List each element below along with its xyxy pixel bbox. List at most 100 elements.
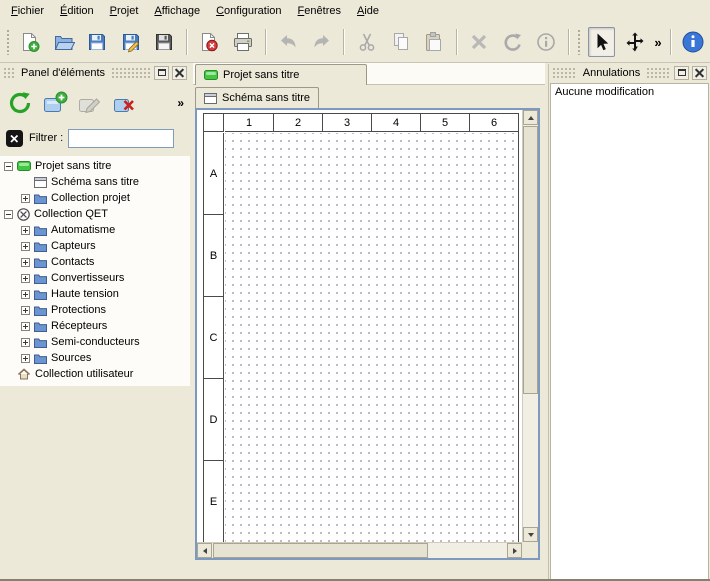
paste-button[interactable] (420, 27, 447, 57)
move-tool-button[interactable] (621, 27, 648, 57)
menu-configuration[interactable]: Configuration (208, 1, 289, 21)
edit-element-button[interactable] (74, 87, 106, 119)
save-as-button[interactable] (117, 27, 144, 57)
menu-edition[interactable]: Édition (52, 1, 102, 21)
toolbar-grip[interactable] (577, 29, 581, 55)
cut-button[interactable] (353, 27, 380, 57)
open-button[interactable] (50, 27, 77, 57)
undo-panel: Annulations Aucune modification (548, 64, 710, 581)
tree-item-label: Automatisme (51, 224, 115, 236)
panel-overflow-chevron[interactable]: » (177, 96, 184, 110)
expand-expander-icon[interactable] (21, 226, 30, 235)
sheet-row-headers: A B C D E (204, 133, 224, 542)
undo-button[interactable] (275, 27, 302, 57)
dock-grip[interactable] (3, 67, 15, 78)
toolbar-grip[interactable] (6, 29, 10, 55)
save-all-button[interactable] (150, 27, 177, 57)
dock-grip[interactable] (111, 67, 151, 78)
rotate-button[interactable] (499, 27, 526, 57)
expand-expander-icon[interactable] (21, 274, 30, 283)
element-info-button[interactable] (533, 27, 560, 57)
print-button[interactable] (229, 27, 256, 57)
close-panel-button[interactable] (172, 66, 187, 80)
delete-button[interactable] (466, 27, 493, 57)
tree-item-label: Projet sans titre (35, 160, 111, 172)
collapse-expander-icon[interactable] (4, 162, 13, 171)
tree-item-schema-sans-titre[interactable]: Schéma sans titre (0, 174, 190, 190)
diagram-canvas[interactable]: 1 2 3 4 5 6 A B C D E (197, 110, 522, 542)
scroll-right-button[interactable] (507, 543, 522, 558)
dock-grip[interactable] (646, 67, 671, 78)
tree-item-projet-sans-titre[interactable]: Projet sans titre (0, 158, 190, 174)
tree-item-collection-projet[interactable]: Collection projet (0, 190, 190, 206)
tree-item-automatisme[interactable]: Automatisme (0, 222, 190, 238)
arrow-right-icon (513, 548, 517, 554)
toolbar-overflow-chevron[interactable]: » (651, 35, 664, 50)
diagram-sheet[interactable]: 1 2 3 4 5 6 A B C D E (203, 113, 519, 542)
expand-expander-icon[interactable] (21, 194, 30, 203)
menu-aide[interactable]: Aide (349, 1, 387, 21)
tree-item-convertisseurs[interactable]: Convertisseurs (0, 270, 190, 286)
tree-item-label: Schéma sans titre (51, 176, 139, 188)
tree-item-capteurs[interactable]: Capteurs (0, 238, 190, 254)
expand-expander-icon[interactable] (21, 338, 30, 347)
tree-item-haute-tension[interactable]: Haute tension (0, 286, 190, 302)
delete-element-button[interactable] (109, 87, 141, 119)
float-panel-button[interactable] (674, 66, 689, 80)
workspace: Projet sans titre Schéma sans titre 1 2 … (193, 63, 545, 581)
vertical-scrollbar[interactable] (522, 110, 538, 542)
reload-collections-button[interactable] (4, 87, 36, 119)
column-header: 2 (274, 114, 323, 131)
qet-collection-icon (17, 208, 30, 221)
sheet-grid[interactable] (225, 133, 518, 542)
expand-expander-icon[interactable] (21, 322, 30, 331)
redo-button[interactable] (308, 27, 335, 57)
tree-item-sources[interactable]: Sources (0, 350, 190, 366)
expand-expander-icon[interactable] (21, 354, 30, 363)
new-file-button[interactable] (17, 27, 44, 57)
menu-fichier[interactable]: Fichier (3, 1, 52, 21)
collapse-expander-icon[interactable] (4, 210, 13, 219)
horizontal-scrollbar[interactable] (197, 542, 522, 558)
tab-schema-sans-titre[interactable]: Schéma sans titre (195, 87, 319, 108)
tree-item-semi-conducteurs[interactable]: Semi-conducteurs (0, 334, 190, 350)
scroll-up-button[interactable] (523, 110, 538, 125)
row-header: D (204, 379, 223, 461)
tree-item-protections[interactable]: Protections (0, 302, 190, 318)
save-button[interactable] (83, 27, 110, 57)
horizontal-scroll-thumb[interactable] (213, 543, 428, 558)
scroll-down-button[interactable] (523, 527, 538, 542)
scroll-left-button[interactable] (197, 543, 212, 558)
undo-history-list[interactable]: Aucune modification (550, 83, 709, 580)
undo-list-item[interactable]: Aucune modification (551, 84, 708, 100)
tree-item-recepteurs[interactable]: Récepteurs (0, 318, 190, 334)
tree-item-collection-utilisateur[interactable]: Collection utilisateur (0, 366, 190, 382)
expand-expander-icon[interactable] (21, 242, 30, 251)
menu-projet[interactable]: Projet (102, 1, 147, 21)
tab-projet-sans-titre[interactable]: Projet sans titre (195, 64, 367, 85)
tree-item-contacts[interactable]: Contacts (0, 254, 190, 270)
filter-input[interactable] (68, 129, 174, 148)
tree-item-collection-qet[interactable]: Collection QET (0, 206, 190, 222)
save-all-icon (153, 31, 175, 53)
expand-expander-icon[interactable] (21, 306, 30, 315)
dock-grip[interactable] (552, 67, 577, 78)
menu-affichage[interactable]: Affichage (146, 1, 208, 21)
undo-panel-header[interactable]: Annulations (549, 64, 710, 81)
expand-expander-icon[interactable] (21, 290, 30, 299)
elements-panel-header[interactable]: Panel d'éléments (0, 64, 190, 81)
expand-expander-icon[interactable] (21, 258, 30, 267)
float-panel-button[interactable] (154, 66, 169, 80)
row-header: E (204, 461, 223, 542)
copy-button[interactable] (387, 27, 414, 57)
vertical-scroll-thumb[interactable] (523, 126, 538, 394)
filter-row: Filtrer : (0, 123, 190, 153)
close-panel-button[interactable] (692, 66, 707, 80)
menu-fenetres[interactable]: Fenêtres (290, 1, 349, 21)
close-file-button[interactable] (196, 27, 223, 57)
select-tool-button[interactable] (588, 27, 615, 57)
paste-icon (423, 31, 445, 53)
about-button[interactable] (680, 27, 707, 57)
clear-filter-button[interactable] (5, 129, 24, 148)
new-element-button[interactable] (39, 87, 71, 119)
